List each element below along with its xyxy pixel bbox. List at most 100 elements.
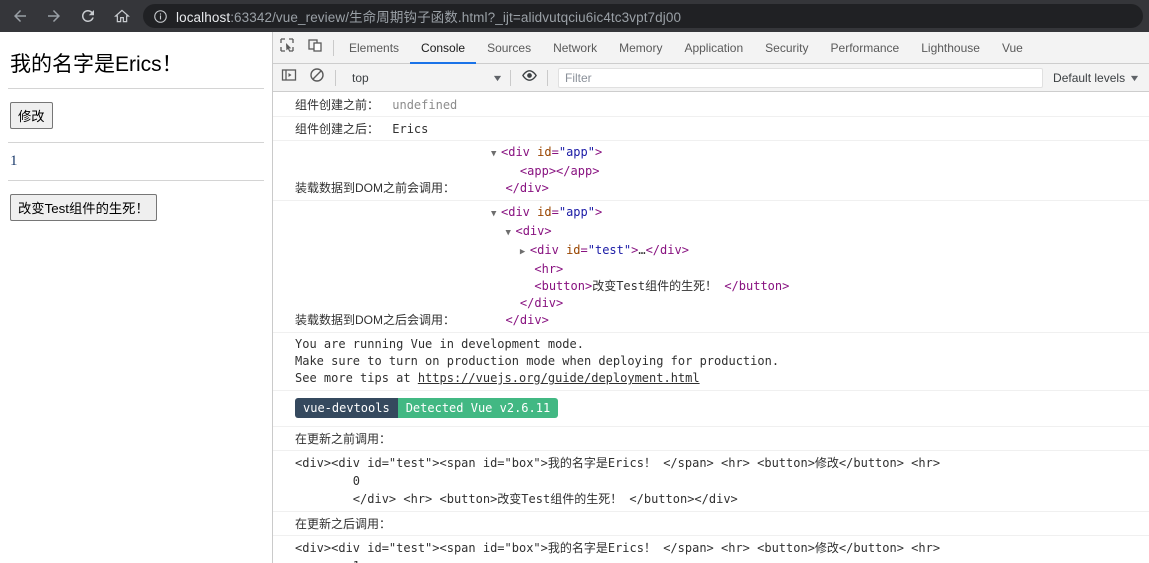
url-path: :63342/vue_review/生命周期钩子函数.html?_ijt=ali… bbox=[230, 10, 682, 25]
log-label: 在更新之后调用： bbox=[295, 517, 392, 531]
tab-application[interactable]: Application bbox=[673, 32, 754, 63]
home-button[interactable] bbox=[108, 2, 136, 30]
forward-arrow-icon bbox=[45, 7, 63, 25]
dom-tree-line[interactable]: </div> bbox=[491, 295, 1149, 312]
expand-triangle-icon[interactable]: ▼ bbox=[491, 206, 501, 223]
badge-right-label: Detected Vue v2.6.11 bbox=[397, 398, 559, 418]
modify-button[interactable]: 修改 bbox=[10, 102, 53, 129]
info-circle-icon[interactable] bbox=[153, 9, 168, 24]
live-expression-button[interactable] bbox=[515, 67, 543, 89]
vue-devtools-badge: vue-devtools Detected Vue v2.6.11 bbox=[295, 398, 559, 418]
console-message[interactable]: 在更新之后调用： bbox=[273, 512, 1149, 536]
dom-tree-line[interactable]: ▶ <div id="test">…</div> bbox=[491, 242, 1149, 261]
tab-elements[interactable]: Elements bbox=[338, 32, 410, 63]
dom-tree-line[interactable]: </div> bbox=[491, 180, 1149, 197]
log-label: 装载数据到DOM之后会调用： bbox=[295, 313, 455, 327]
page-divider-2 bbox=[8, 142, 264, 143]
console-sidebar-icon bbox=[281, 67, 297, 88]
log-label: 组件创建之后： bbox=[295, 122, 380, 136]
console-message[interactable]: 组件创建之前： undefined bbox=[273, 93, 1149, 117]
reload-button[interactable] bbox=[74, 2, 102, 30]
tab-label: Performance bbox=[830, 40, 900, 55]
tab-label: Application bbox=[684, 40, 744, 55]
log-level-select[interactable]: Default levels ▼ bbox=[1049, 71, 1147, 85]
live-expression-eye-icon bbox=[521, 67, 538, 89]
toolbar-separator bbox=[335, 69, 336, 86]
tab-label: Console bbox=[421, 40, 466, 55]
dom-tree-line[interactable]: <app></app> bbox=[491, 163, 1149, 180]
badge-left-label: vue-devtools bbox=[295, 398, 398, 418]
inspect-element-button[interactable] bbox=[273, 32, 301, 63]
console-message-list[interactable]: 组件创建之前： undefined 组件创建之后： Erics 装载数据到DOM… bbox=[273, 93, 1149, 563]
expand-triangle-icon[interactable]: ▼ bbox=[505, 225, 515, 242]
clear-console-icon bbox=[309, 67, 325, 88]
toolbar-separator bbox=[547, 69, 548, 86]
console-message[interactable]: <div><div id="test"><span id="box">我的名字是… bbox=[273, 451, 1149, 512]
device-toolbar-icon bbox=[307, 37, 323, 58]
dom-tree[interactable]: ▼ <div id="app"> ▼ <div> ▶ <div id="test">…… bbox=[491, 204, 1149, 329]
page-title: 我的名字是Erics！ bbox=[10, 53, 183, 76]
expand-triangle-icon[interactable]: ▼ bbox=[491, 146, 501, 163]
console-toolbar: top ▼ Default levels ▼ bbox=[273, 64, 1149, 92]
log-label: 组件创建之前： bbox=[295, 98, 380, 112]
tab-network[interactable]: Network bbox=[542, 32, 608, 63]
deployment-guide-link[interactable]: https://vuejs.org/guide/deployment.html bbox=[418, 371, 700, 385]
chevron-down-icon: ▼ bbox=[1128, 72, 1141, 83]
dom-tree-line[interactable]: <hr> bbox=[491, 261, 1149, 278]
tab-label: Network bbox=[553, 40, 598, 55]
console-sidebar-button[interactable] bbox=[275, 67, 303, 88]
dom-tree-line[interactable]: ▼ <div id="app"> bbox=[491, 204, 1149, 223]
dom-tree-line[interactable]: </div> bbox=[491, 312, 1149, 329]
toggle-device-toolbar-button[interactable] bbox=[301, 32, 329, 63]
forward-button[interactable] bbox=[40, 2, 68, 30]
dom-tree[interactable]: ▼ <div id="app"> <app></app> </div> bbox=[491, 144, 1149, 197]
tab-label: Elements bbox=[349, 40, 400, 55]
toolbar-separator bbox=[510, 69, 511, 86]
console-filter-input[interactable] bbox=[558, 67, 1044, 88]
back-button[interactable] bbox=[6, 2, 34, 30]
counter-value: 1 bbox=[10, 153, 18, 169]
console-message[interactable]: <div><div id="test"><span id="box">我的名字是… bbox=[273, 536, 1149, 563]
back-arrow-icon bbox=[11, 7, 29, 25]
web-page-pane: 我的名字是Erics！ 修改 1 改变Test组件的生死！ bbox=[0, 32, 272, 563]
dom-tree-line[interactable]: <button>改变Test组件的生死！ </button> bbox=[491, 278, 1149, 295]
tab-label: Security bbox=[765, 40, 809, 55]
tab-lighthouse[interactable]: Lighthouse bbox=[910, 32, 991, 63]
console-message[interactable]: You are running Vue in development mode.… bbox=[273, 333, 1149, 391]
console-message[interactable]: 装载数据到DOM之后会调用： ▼ <div id="app"> ▼ <div> ▶ <… bbox=[273, 201, 1149, 333]
console-message[interactable]: vue-devtools Detected Vue v2.6.11 bbox=[273, 391, 1149, 427]
address-bar[interactable]: localhost:63342/vue_review/生命周期钩子函数.html… bbox=[143, 4, 1143, 28]
tab-memory[interactable]: Memory bbox=[608, 32, 673, 63]
log-level-value: Default levels bbox=[1053, 70, 1126, 85]
console-message[interactable]: 装载数据到DOM之前会调用： ▼ <div id="app"> <app></ap… bbox=[273, 141, 1149, 201]
tab-sources[interactable]: Sources bbox=[476, 32, 542, 63]
tab-performance[interactable]: Performance bbox=[820, 32, 911, 63]
tab-vue[interactable]: Vue bbox=[991, 32, 1034, 63]
tab-label: Sources bbox=[487, 40, 532, 55]
reload-icon bbox=[79, 7, 97, 25]
browser-toolbar: localhost:63342/vue_review/生命周期钩子函数.html… bbox=[0, 0, 1149, 32]
collapse-triangle-icon[interactable]: ▶ bbox=[520, 244, 530, 261]
console-message[interactable]: 在更新之前调用： bbox=[273, 427, 1149, 451]
inspect-cursor-icon bbox=[279, 37, 295, 58]
warning-line-3: See more tips at bbox=[295, 371, 418, 385]
dom-tree-line[interactable]: ▼ <div> bbox=[491, 223, 1149, 242]
execution-context-select[interactable]: top ▼ bbox=[346, 68, 506, 88]
dump-line-3: </div> <hr> <button>改变Test组件的生死！ </butto… bbox=[295, 492, 738, 506]
toolbar-separator bbox=[333, 39, 334, 56]
dump-line-1: <div><div id="test"><span id="box">我的名字是… bbox=[295, 541, 941, 555]
toggle-test-component-button[interactable]: 改变Test组件的生死！ bbox=[10, 194, 157, 221]
url-host: localhost bbox=[176, 10, 231, 25]
dom-tree-line[interactable]: ▼ <div id="app"> bbox=[491, 144, 1149, 163]
tab-console[interactable]: Console bbox=[410, 32, 477, 64]
tab-security[interactable]: Security bbox=[754, 32, 819, 63]
page-divider-3 bbox=[8, 180, 264, 181]
warning-line-1: You are running Vue in development mode. bbox=[295, 337, 584, 351]
dump-line-1: <div><div id="test"><span id="box">我的名字是… bbox=[295, 456, 941, 470]
url-text: localhost:63342/vue_review/生命周期钩子函数.html… bbox=[176, 6, 681, 26]
console-message[interactable]: 组件创建之后： Erics bbox=[273, 117, 1149, 141]
html-dump: <div><div id="test"><span id="box">我的名字是… bbox=[273, 539, 1149, 563]
vue-dev-mode-warning: You are running Vue in development mode.… bbox=[273, 336, 1149, 387]
tab-label: Lighthouse bbox=[921, 40, 980, 55]
clear-console-button[interactable] bbox=[303, 67, 331, 88]
